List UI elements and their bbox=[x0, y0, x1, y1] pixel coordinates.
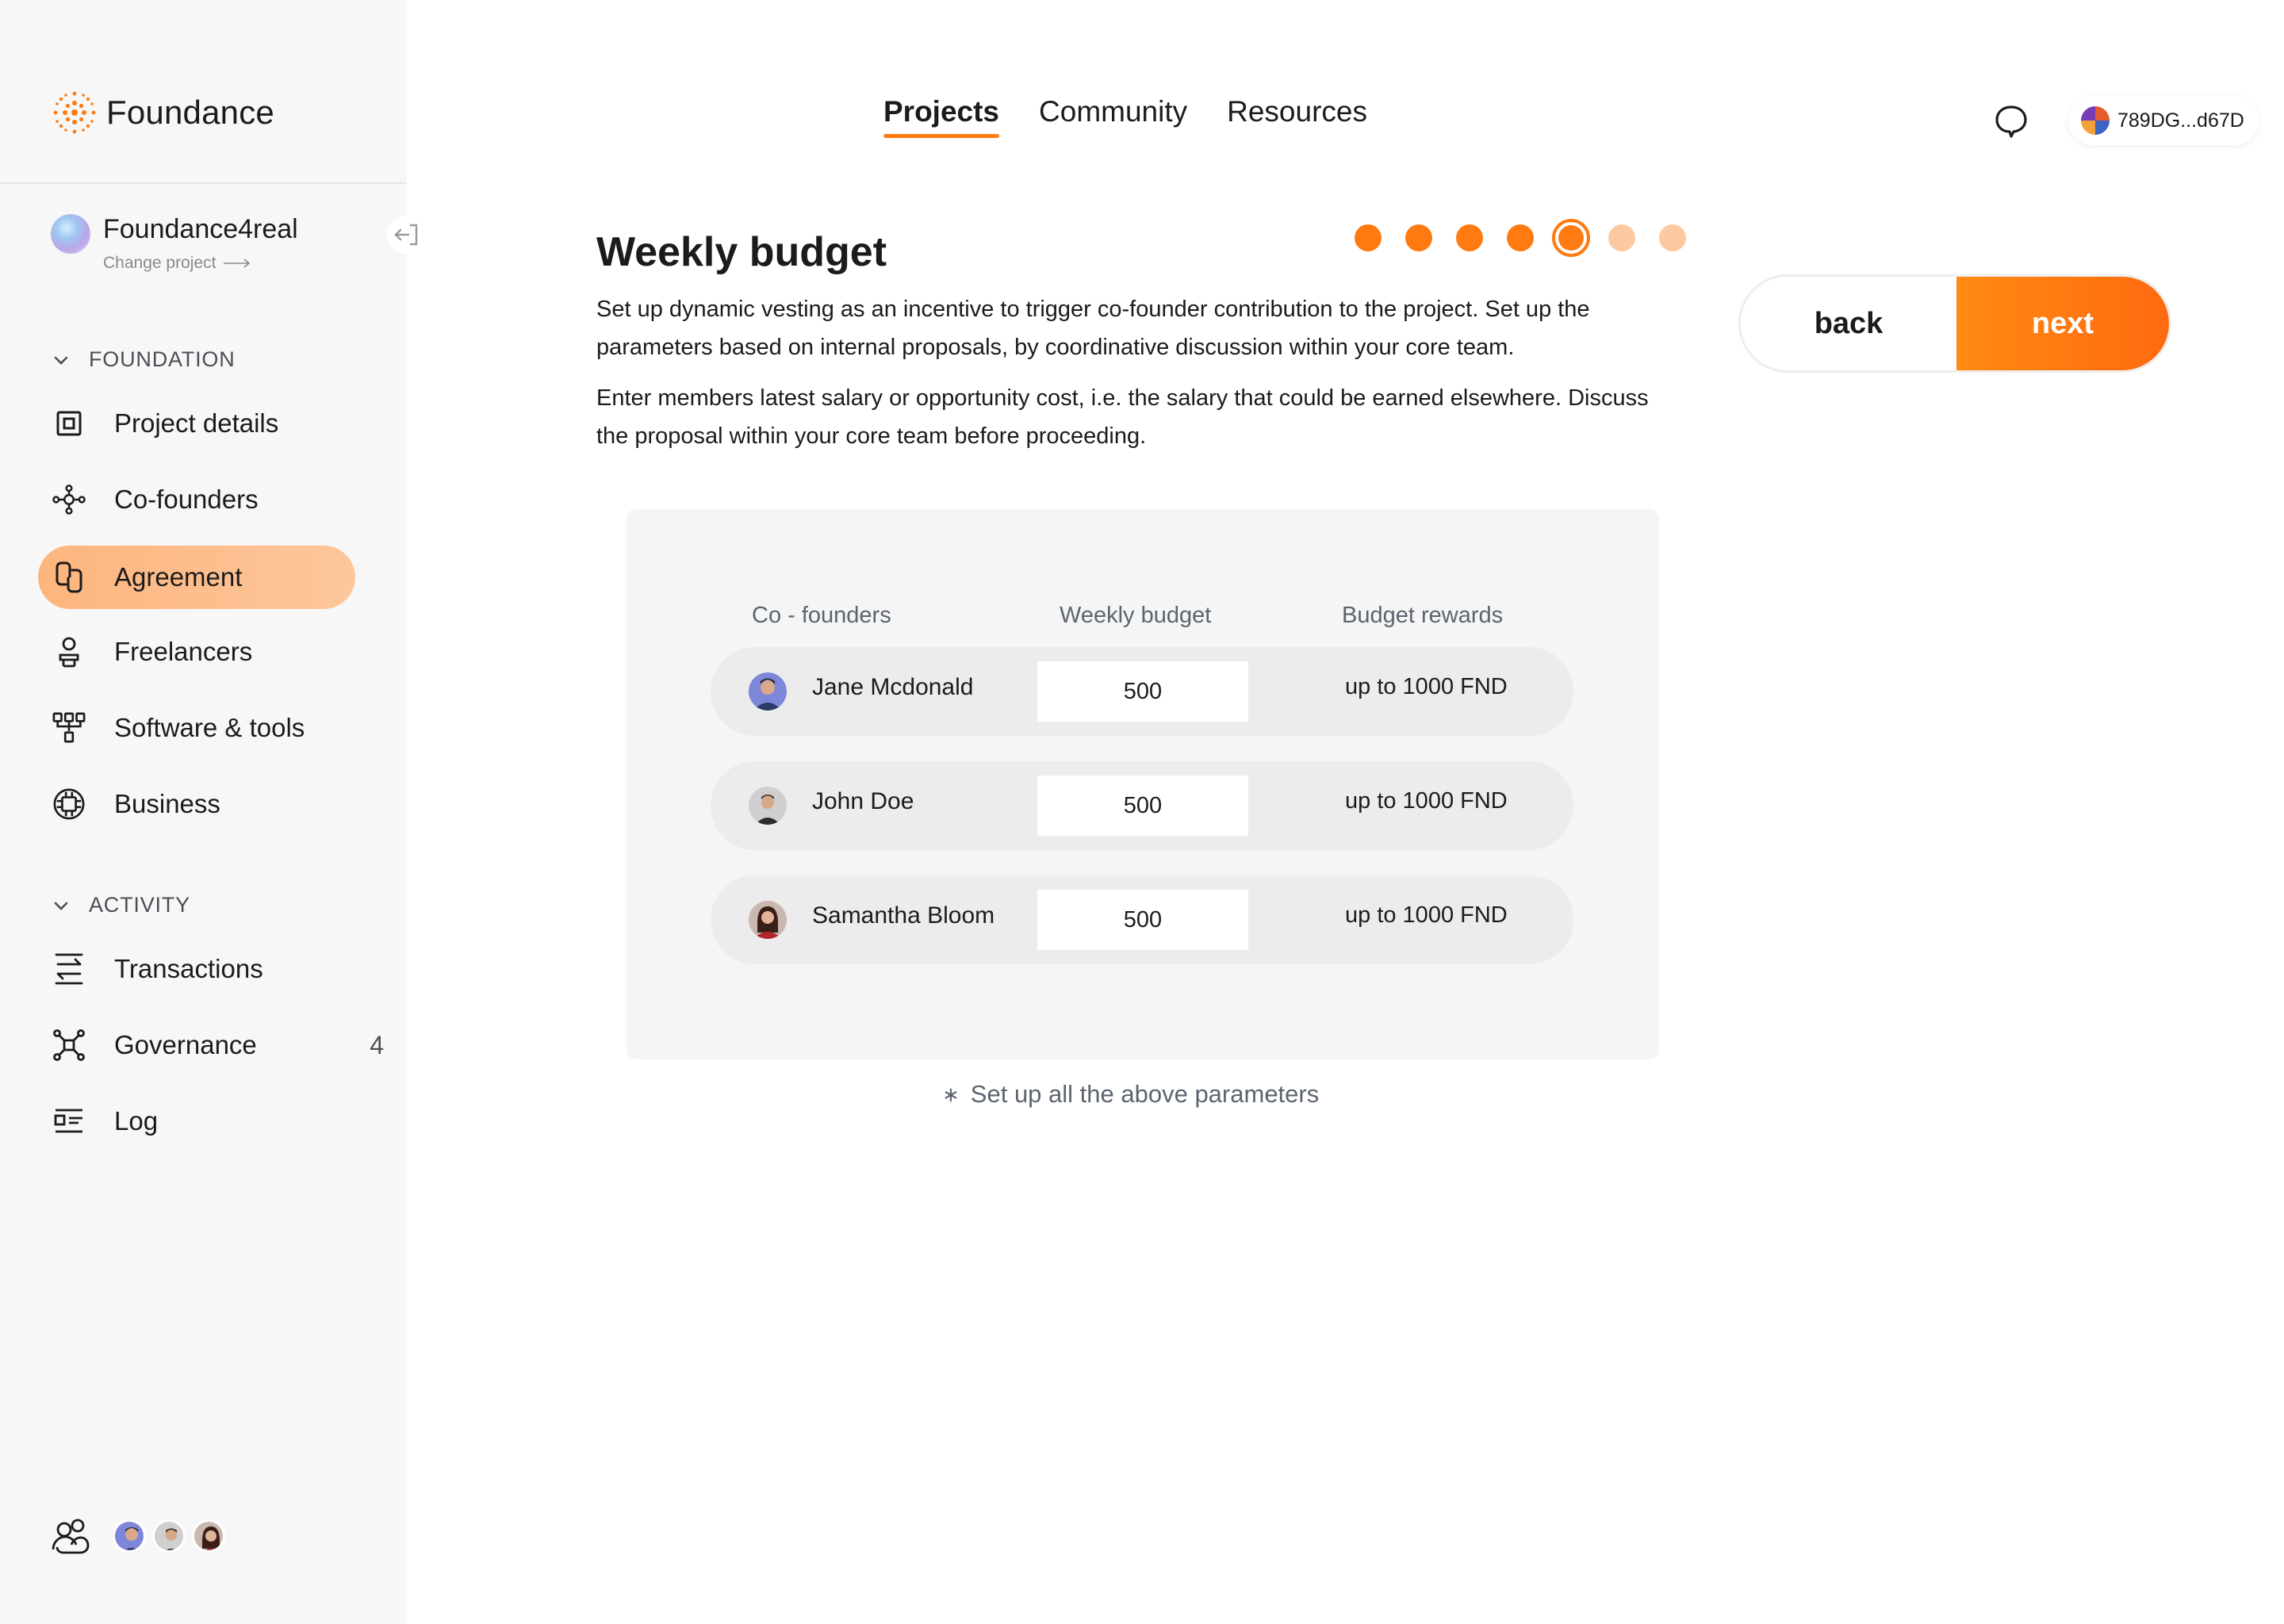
network-icon bbox=[52, 1028, 86, 1062]
sidebar-item-agreement[interactable]: Agreement bbox=[38, 546, 355, 609]
table-row: John Doe up to 1000 FND bbox=[711, 761, 1573, 850]
table-row: Samantha Bloom up to 1000 FND bbox=[711, 875, 1573, 964]
column-header-co-founders: Co - founders bbox=[752, 603, 891, 628]
sidebar-item-co-founders[interactable]: Co-founders bbox=[38, 468, 355, 531]
brand[interactable]: Foundance bbox=[51, 89, 274, 136]
chevron-down-icon bbox=[54, 356, 68, 365]
top-navigation: Projects Community Resources bbox=[883, 95, 1407, 138]
step-2[interactable] bbox=[1405, 224, 1432, 251]
avatar bbox=[749, 901, 787, 939]
budget-reward: up to 1000 FND bbox=[1345, 902, 1508, 928]
co-founder-name: John Doe bbox=[812, 788, 914, 814]
project-switcher[interactable]: Foundance4real Change project bbox=[51, 213, 298, 273]
budget-reward: up to 1000 FND bbox=[1345, 674, 1508, 699]
wallet-address: 789DG...d67D bbox=[2117, 109, 2244, 132]
collapse-icon bbox=[394, 224, 418, 246]
sidebar-item-log[interactable]: Log bbox=[38, 1090, 355, 1153]
tree-icon bbox=[52, 711, 86, 745]
tab-resources[interactable]: Resources bbox=[1227, 95, 1367, 138]
step-4[interactable] bbox=[1507, 224, 1534, 251]
member-avatar-2[interactable] bbox=[152, 1519, 186, 1553]
weekly-budget-input[interactable] bbox=[1037, 661, 1248, 722]
sidebar: Foundance Foundance4real Change project … bbox=[0, 0, 425, 1624]
project-name: Foundance4real bbox=[103, 214, 298, 244]
column-header-weekly-budget: Weekly budget bbox=[1060, 603, 1212, 628]
progress-stepper bbox=[1355, 219, 1710, 257]
link-icon bbox=[52, 561, 86, 594]
step-7[interactable] bbox=[1659, 224, 1686, 251]
governance-count-badge: 4 bbox=[370, 1030, 384, 1059]
form-hint: ∗ Set up all the above parameters bbox=[942, 1080, 1320, 1108]
avatar bbox=[749, 787, 787, 825]
tab-community[interactable]: Community bbox=[1039, 95, 1187, 138]
member-avatar-1[interactable] bbox=[113, 1519, 146, 1553]
chevron-down-icon bbox=[54, 902, 68, 910]
sidebar-item-business[interactable]: Business bbox=[38, 772, 355, 836]
wallet-button[interactable]: 789DG...d67D bbox=[2068, 96, 2259, 145]
sidebar-item-freelancers[interactable]: Freelancers bbox=[38, 620, 355, 684]
co-founder-name: Samantha Bloom bbox=[812, 902, 995, 929]
chip-icon bbox=[52, 787, 86, 821]
list-icon bbox=[52, 1105, 86, 1138]
team-footer[interactable] bbox=[51, 1516, 232, 1556]
wallet-avatar bbox=[2081, 106, 2110, 135]
weekly-budget-input[interactable] bbox=[1037, 890, 1248, 950]
sidebar-divider bbox=[0, 182, 407, 184]
collapse-sidebar-button[interactable] bbox=[387, 216, 425, 254]
member-avatar-3[interactable] bbox=[192, 1519, 225, 1553]
asterisk-icon: ∗ bbox=[942, 1082, 960, 1106]
description-paragraph-1: Set up dynamic vesting as an incentive t… bbox=[596, 297, 1590, 360]
tab-projects[interactable]: Projects bbox=[883, 95, 1000, 138]
change-project-link[interactable]: Change project bbox=[103, 254, 298, 273]
sidebar-item-transactions[interactable]: Transactions bbox=[38, 937, 355, 1001]
nodes-icon bbox=[52, 483, 86, 516]
brand-name: Foundance bbox=[106, 94, 274, 131]
sidebar-item-project-details[interactable]: Project details bbox=[38, 392, 355, 455]
step-6[interactable] bbox=[1608, 224, 1635, 251]
back-button[interactable]: back bbox=[1741, 277, 1956, 370]
arrow-right-icon bbox=[224, 259, 251, 268]
budget-reward: up to 1000 FND bbox=[1345, 788, 1508, 814]
page-title: Weekly budget bbox=[596, 229, 887, 275]
next-button[interactable]: next bbox=[1956, 277, 2169, 370]
table-row: Jane Mcdonald up to 1000 FND bbox=[711, 647, 1573, 736]
square-icon bbox=[52, 407, 86, 440]
team-icon bbox=[52, 1519, 90, 1554]
weekly-budget-input[interactable] bbox=[1037, 776, 1248, 836]
wizard-navigation: back next bbox=[1738, 274, 2171, 373]
chat-icon[interactable] bbox=[1994, 104, 2029, 139]
column-header-budget-rewards: Budget rewards bbox=[1342, 603, 1504, 628]
section-activity[interactable]: ACTIVITY bbox=[52, 893, 190, 917]
step-3[interactable] bbox=[1456, 224, 1483, 251]
sidebar-item-governance[interactable]: Governance 4 bbox=[38, 1013, 384, 1077]
avatar bbox=[749, 672, 787, 710]
foundance-logo-icon bbox=[53, 91, 96, 134]
person-icon bbox=[52, 635, 86, 668]
step-5-current[interactable] bbox=[1552, 219, 1590, 257]
description-paragraph-2: Enter members latest salary or opportuni… bbox=[596, 385, 1649, 449]
sidebar-item-software-tools[interactable]: Software & tools bbox=[38, 696, 355, 760]
co-founder-name: Jane Mcdonald bbox=[812, 674, 974, 700]
step-1[interactable] bbox=[1355, 224, 1382, 251]
project-avatar bbox=[51, 214, 90, 254]
transfer-icon bbox=[52, 952, 86, 986]
section-foundation[interactable]: FOUNDATION bbox=[52, 347, 236, 372]
